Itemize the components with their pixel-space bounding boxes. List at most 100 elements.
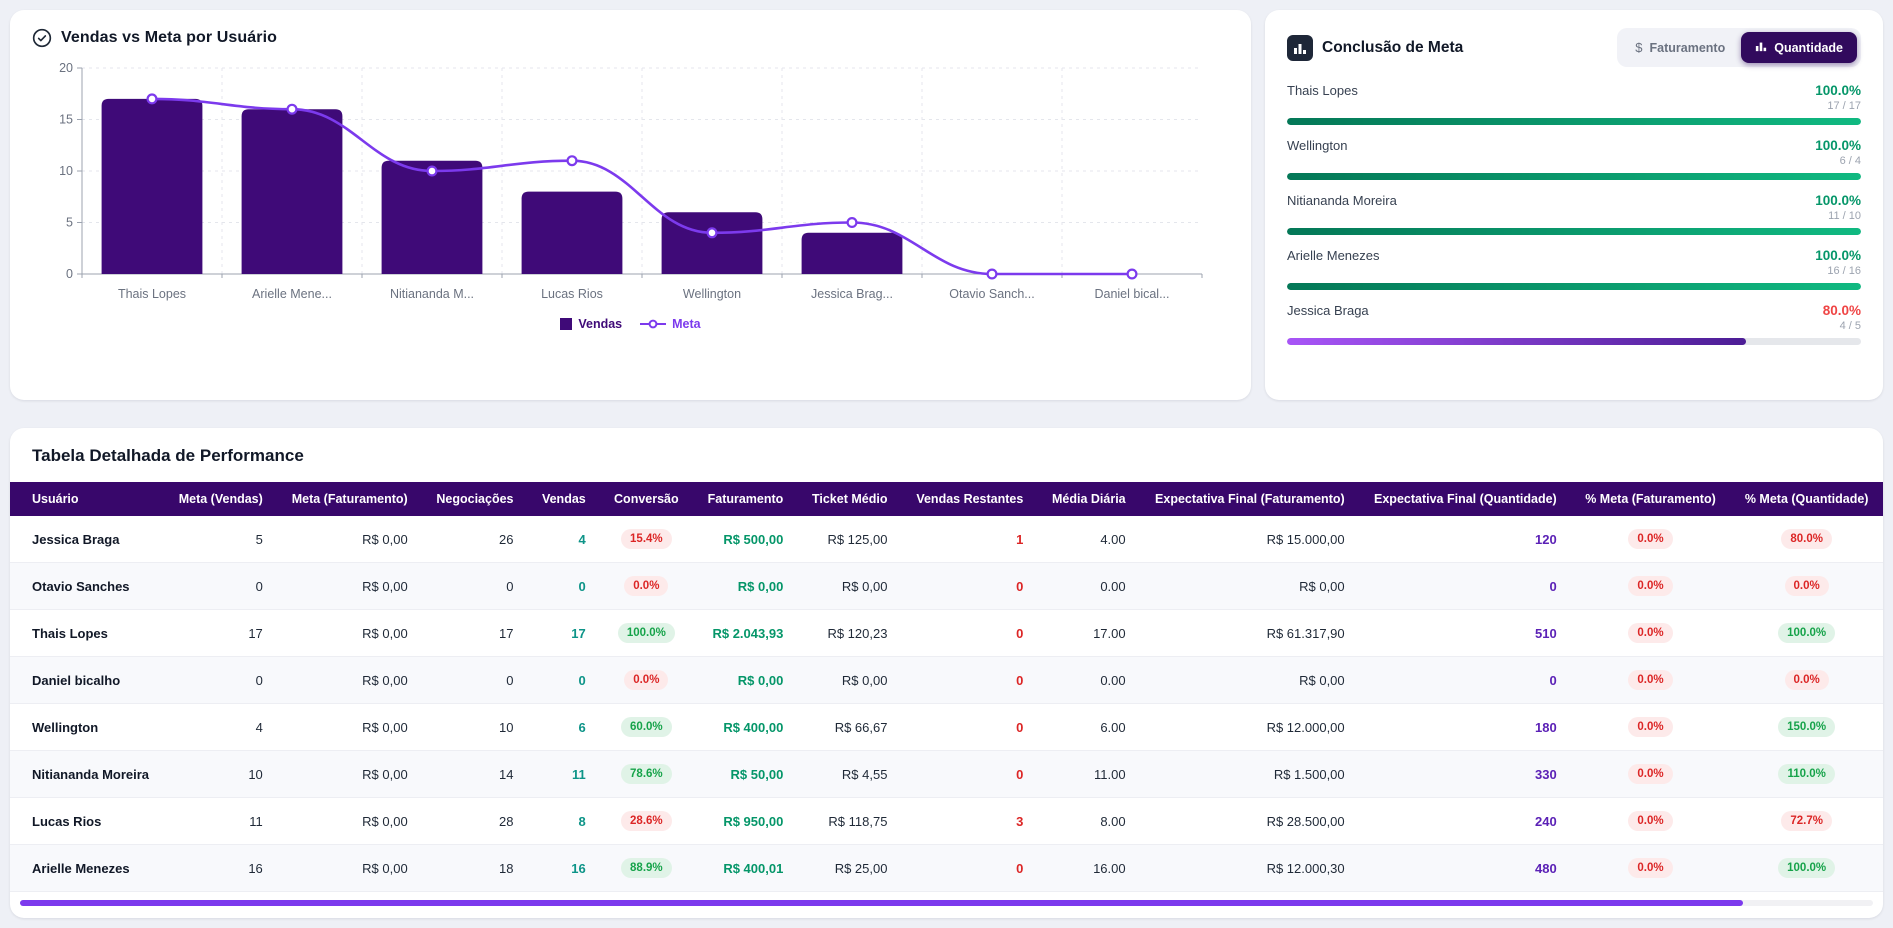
table-cell: 0.00 <box>1100 578 1126 594</box>
percent-badge: 0.0% <box>1628 670 1673 690</box>
table-cell: 10 <box>499 719 514 735</box>
meta-point <box>566 155 578 167</box>
legend-meta-label: Meta <box>672 317 701 331</box>
goal-user-name: Jessica Braga <box>1287 303 1369 318</box>
table-cell: 0.0% <box>1730 657 1883 704</box>
toggle-faturamento-button[interactable]: $ Faturamento <box>1621 32 1739 63</box>
table-cell: 4.00 <box>1100 531 1126 547</box>
x-category-label: Daniel bical... <box>1094 287 1169 301</box>
meta-point <box>706 227 718 239</box>
bar-chart-small-icon <box>1755 40 1767 55</box>
table-cell: R$ 0,00 <box>737 578 784 594</box>
toggle-quantidade-button[interactable]: Quantidade <box>1741 32 1857 63</box>
table-cell: 16 <box>248 860 263 876</box>
table-cell: R$ 0,00 <box>362 578 408 594</box>
table-cell: 11 <box>249 813 263 829</box>
horizontal-scrollbar[interactable] <box>20 900 1873 906</box>
percent-badge: 0.0% <box>1628 858 1673 878</box>
table-row: Lucas Rios 11 R$ 0,00 28 8 28.6% R$ 950,00 R$ 1… <box>10 798 1883 845</box>
table-cell: 28.6% <box>600 798 693 845</box>
table-cell: 0.0% <box>600 657 693 704</box>
meta-point <box>986 268 998 280</box>
percent-badge: 0.0% <box>624 670 669 690</box>
top-row: Vendas vs Meta por Usuário 0 5 10 15 20 Thais… <box>10 10 1883 400</box>
goal-user-name: Nitiananda Moreira <box>1287 193 1397 208</box>
goal-progress-track <box>1287 338 1861 345</box>
table-cell: R$ 500,00 <box>723 531 784 547</box>
toggle-quantidade-label: Quantidade <box>1774 40 1843 55</box>
table-cell: 0 <box>506 578 514 594</box>
table-cell: 0.0% <box>1730 563 1883 610</box>
goal-count: 17 / 17 <box>1827 100 1861 112</box>
percent-badge: 100.0% <box>1778 623 1836 643</box>
percent-badge: 0.0% <box>1628 576 1673 596</box>
table-cell: 4 <box>578 531 586 547</box>
column-header: Vendas Restantes <box>916 492 1024 506</box>
goal-count: 6 / 4 <box>1839 155 1861 167</box>
performance-table: Usuário Meta (Vendas) Meta (Faturamento) Ne… <box>10 482 1883 892</box>
goal-item: Jessica Braga 80.0% 4 / 5 <box>1287 303 1861 345</box>
bar-vendas <box>101 98 203 275</box>
table-cell: 180 <box>1535 719 1557 735</box>
user-name-cell: Arielle Menezes <box>32 860 130 876</box>
x-category-label: Lucas Rios <box>541 287 603 301</box>
goal-user-name: Thais Lopes <box>1287 83 1358 98</box>
table-cell: 17 <box>248 625 263 641</box>
table-cell: 0.00 <box>1100 672 1126 688</box>
column-header: Média Diária <box>1051 492 1126 506</box>
table-cell: 11 <box>571 766 586 782</box>
scrollbar-thumb[interactable] <box>20 900 1744 906</box>
table-cell: R$ 12.000,00 <box>1266 719 1345 735</box>
table-cell: 0.0% <box>1571 798 1731 845</box>
table-cell: 88.9% <box>600 845 693 892</box>
goal-progress-track <box>1287 228 1861 235</box>
legend-item-meta[interactable]: Meta <box>640 317 701 331</box>
table-cell: 0 <box>578 578 586 594</box>
chart-legend: Vendas Meta <box>32 317 1229 331</box>
meta-point <box>286 103 298 115</box>
goal-user-name: Wellington <box>1287 138 1348 153</box>
table-title: Tabela Detalhada de Performance <box>32 446 304 465</box>
check-circle-icon <box>32 28 52 48</box>
goal-header: Conclusão de Meta $ Faturamento Quantida… <box>1287 28 1861 67</box>
bar-vendas <box>521 191 623 274</box>
meta-point <box>426 165 438 177</box>
dashboard: Vendas vs Meta por Usuário 0 5 10 15 20 Thais… <box>10 10 1883 918</box>
percent-badge: 150.0% <box>1778 717 1836 737</box>
table-cell: 0 <box>255 672 263 688</box>
goal-progress-fill <box>1287 173 1861 180</box>
table-cell: R$ 2.043,93 <box>712 625 784 641</box>
table-cell: 0 <box>1016 766 1024 782</box>
goal-title-wrap: Conclusão de Meta <box>1287 34 1463 61</box>
table-cell: 110.0% <box>1730 751 1883 798</box>
y-tick-label: 5 <box>66 216 73 230</box>
goal-user-name: Arielle Menezes <box>1287 248 1380 263</box>
percent-badge: 100.0% <box>617 623 675 643</box>
column-header: % Meta (Faturamento) <box>1585 492 1716 506</box>
column-header: Expectativa Final (Faturamento) <box>1155 492 1345 506</box>
table-row: Jessica Braga 5 R$ 0,00 26 4 15.4% R$ 500,00 R$… <box>10 516 1883 563</box>
table-cell: 0 <box>1016 672 1024 688</box>
table-cell: R$ 0,00 <box>362 766 408 782</box>
table-row: Arielle Menezes 16 R$ 0,00 18 16 88.9% R$ 400,… <box>10 844 1883 892</box>
percent-badge: 0.0% <box>1784 576 1829 596</box>
table-cell: 480 <box>1535 860 1557 876</box>
user-name-cell: Daniel bicalho <box>32 672 121 688</box>
table-cell: R$ 0,00 <box>1299 578 1345 594</box>
table-cell: R$ 0,00 <box>362 719 408 735</box>
meta-point <box>1126 268 1138 280</box>
column-header: Expectativa Final (Quantidade) <box>1374 492 1557 506</box>
percent-badge: 72.7% <box>1781 811 1832 831</box>
column-header: Meta (Faturamento) <box>291 492 408 506</box>
table-cell: 8.00 <box>1100 813 1126 829</box>
table-cell: R$ 0,00 <box>362 813 408 829</box>
table-cell: R$ 25,00 <box>834 860 888 876</box>
table-cell: R$ 15.000,00 <box>1266 531 1345 547</box>
bar-vendas <box>661 212 763 274</box>
y-tick-label: 10 <box>59 164 73 178</box>
percent-badge: 100.0% <box>1778 858 1836 878</box>
table-cell: 1 <box>1016 531 1024 547</box>
table-cell: 10 <box>248 766 263 782</box>
legend-item-vendas[interactable]: Vendas <box>560 317 622 331</box>
table-cell: 4 <box>255 719 263 735</box>
